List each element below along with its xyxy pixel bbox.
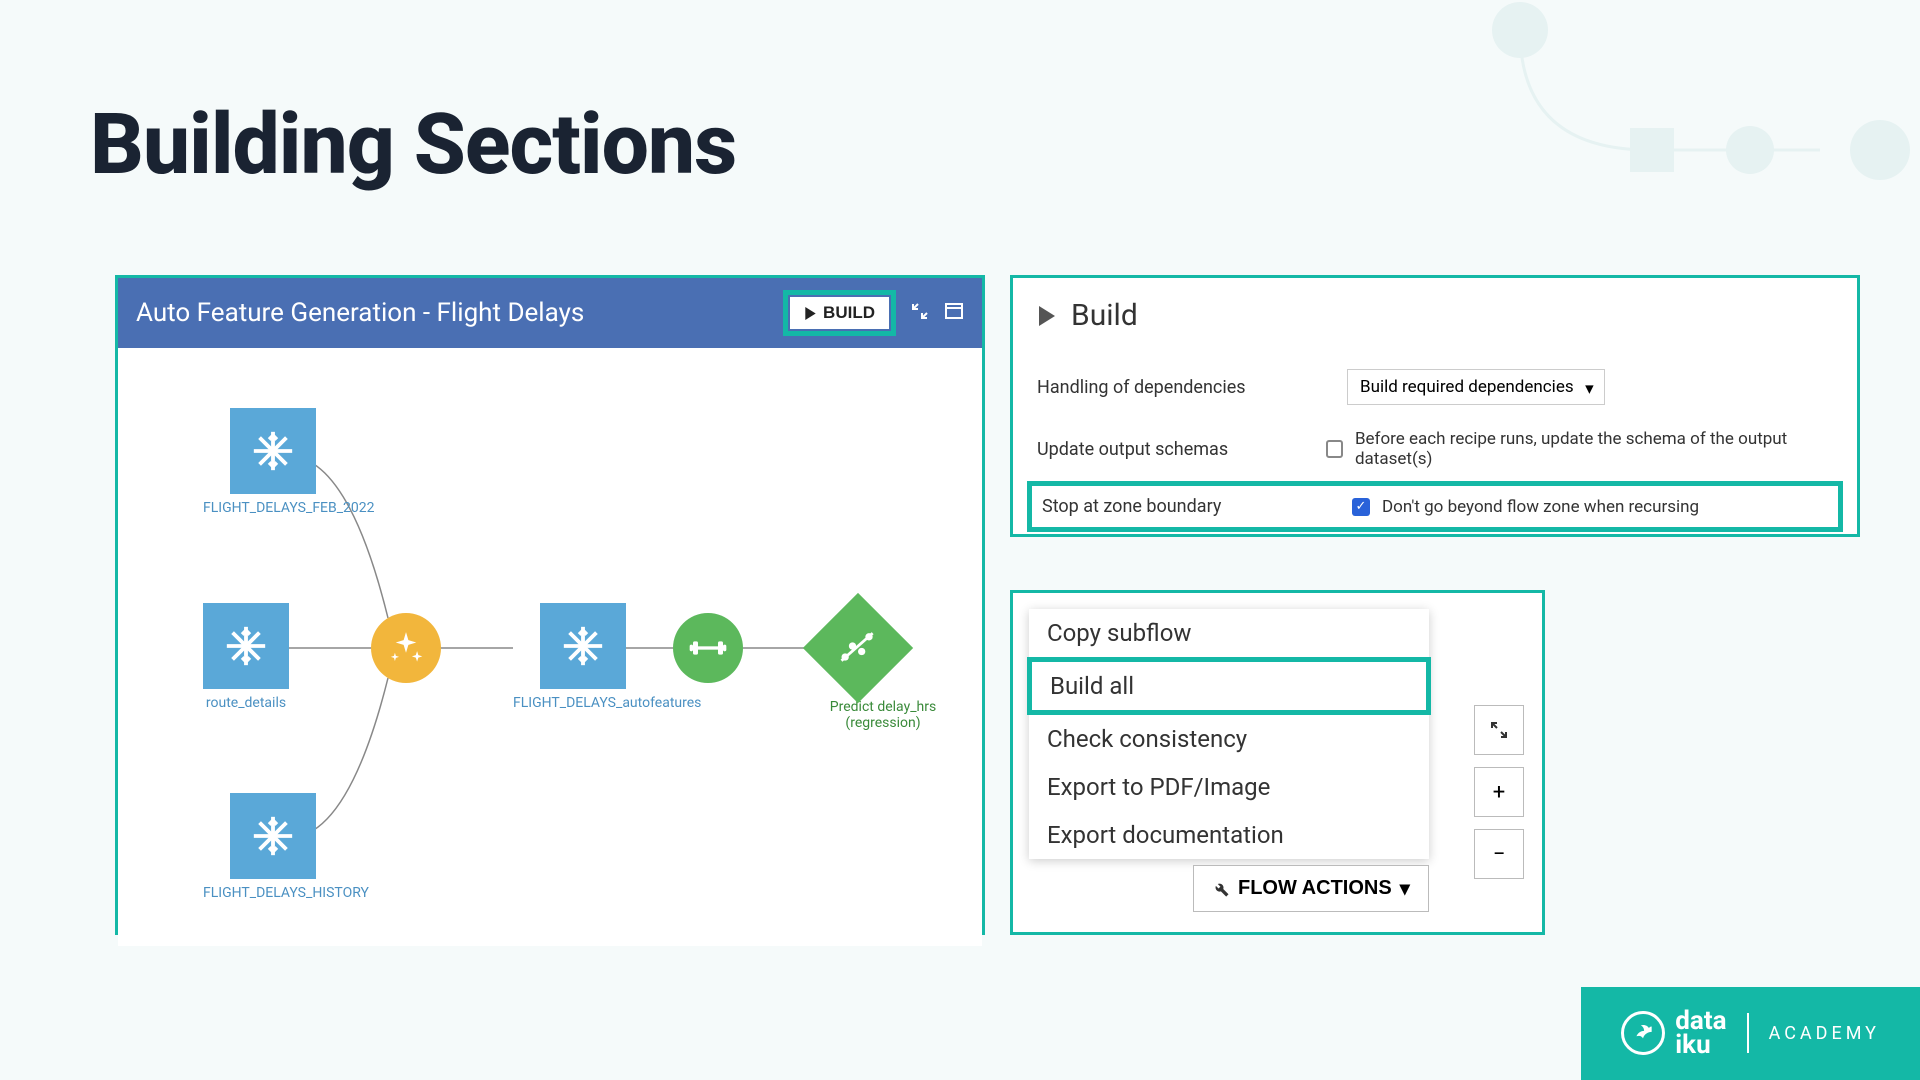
minus-icon: − <box>1493 842 1506 867</box>
play-icon <box>1037 306 1057 326</box>
select-value: Build required dependencies <box>1360 377 1574 397</box>
build-panel-header: Build <box>1037 298 1833 333</box>
menu-item-export-doc[interactable]: Export documentation <box>1029 811 1429 859</box>
build-button-highlight: BUILD <box>783 290 896 336</box>
recipe-node-ml[interactable] <box>673 613 743 683</box>
menu-item-copy-subflow[interactable]: Copy subflow <box>1029 609 1429 657</box>
build-panel-heading: Build <box>1071 298 1138 333</box>
menu-item-build-all[interactable]: Build all <box>1027 657 1431 715</box>
chevron-down-icon: ▾ <box>1400 876 1410 901</box>
page-title: Building Sections <box>90 95 736 194</box>
flow-actions-label: FLOW ACTIONS <box>1238 877 1392 900</box>
node-label: Predict delay_hrs (regression) <box>813 699 953 731</box>
stop-boundary-checkbox[interactable]: ✓ <box>1352 498 1370 516</box>
chevron-down-icon: ▾ <box>1585 379 1594 399</box>
option-label: Update output schemas <box>1037 439 1326 460</box>
snowflake-icon <box>540 603 626 689</box>
option-row-stop-boundary-highlight: Stop at zone boundary ✓ Don't go beyond … <box>1027 481 1843 532</box>
option-label: Stop at zone boundary <box>1042 496 1352 517</box>
model-node-predict[interactable]: Predict delay_hrs (regression) <box>813 603 953 731</box>
flow-canvas[interactable]: FLIGHT_DELAYS_FEB_2022 route_details FLI… <box>118 348 982 946</box>
update-schemas-checkbox[interactable] <box>1326 440 1343 458</box>
node-label: FLIGHT_DELAYS_HISTORY <box>203 885 343 901</box>
node-label: FLIGHT_DELAYS_autofeatures <box>513 695 653 711</box>
option-description: Don't go beyond flow zone when recursing <box>1382 497 1699 517</box>
flow-title: Auto Feature Generation - Flight Delays <box>136 298 783 328</box>
zoom-in-button[interactable]: + <box>1474 767 1524 817</box>
dataset-node-route-details[interactable]: route_details <box>203 603 289 711</box>
play-icon <box>804 307 817 320</box>
flow-panel: Auto Feature Generation - Flight Delays … <box>115 275 985 935</box>
option-row-dependencies: Handling of dependencies Build required … <box>1037 357 1833 417</box>
build-options-panel: Build Handling of dependencies Build req… <box>1010 275 1860 537</box>
zoom-controls: + − <box>1474 705 1524 879</box>
brand-name-line2: iku <box>1675 1033 1726 1058</box>
expand-icon <box>1489 720 1509 740</box>
sparkle-icon <box>371 613 441 683</box>
dependencies-select[interactable]: Build required dependencies ▾ <box>1347 369 1605 405</box>
dumbbell-icon <box>673 613 743 683</box>
node-label: route_details <box>203 695 289 711</box>
brand-footer: data iku ACADEMY <box>1581 987 1920 1080</box>
zoom-out-button[interactable]: − <box>1474 829 1524 879</box>
background-decoration <box>1320 0 1920 200</box>
bird-icon <box>1621 1011 1665 1055</box>
scatter-icon <box>803 593 913 703</box>
brand-academy-label: ACADEMY <box>1769 1023 1880 1044</box>
dataset-node-flight-delays-feb[interactable]: FLIGHT_DELAYS_FEB_2022 <box>203 408 343 516</box>
snowflake-icon <box>230 408 316 494</box>
flow-actions-panel: Copy subflow Build all Check consistency… <box>1010 590 1545 935</box>
snowflake-icon <box>230 793 316 879</box>
option-label: Handling of dependencies <box>1037 377 1347 398</box>
fullscreen-button[interactable] <box>1474 705 1524 755</box>
menu-item-export-pdf[interactable]: Export to PDF/Image <box>1029 763 1429 811</box>
flow-header: Auto Feature Generation - Flight Delays … <box>118 278 982 348</box>
build-button-label: BUILD <box>823 303 875 323</box>
menu-item-check-consistency[interactable]: Check consistency <box>1029 715 1429 763</box>
build-button[interactable]: BUILD <box>790 297 889 329</box>
collapse-icon[interactable] <box>910 298 930 328</box>
option-row-update-schemas: Update output schemas Before each recipe… <box>1037 417 1833 481</box>
context-menu: Copy subflow Build all Check consistency… <box>1029 609 1429 859</box>
snowflake-icon <box>203 603 289 689</box>
plus-icon: + <box>1493 780 1505 805</box>
node-label: FLIGHT_DELAYS_FEB_2022 <box>203 500 343 516</box>
brand-logo: data iku <box>1621 1009 1726 1058</box>
recipe-node-sparkle[interactable] <box>371 613 441 683</box>
window-icon[interactable] <box>944 298 964 328</box>
option-description: Before each recipe runs, update the sche… <box>1355 429 1833 469</box>
dataset-node-autofeatures[interactable]: FLIGHT_DELAYS_autofeatures <box>513 603 653 711</box>
dataset-node-flight-delays-history[interactable]: FLIGHT_DELAYS_HISTORY <box>203 793 343 901</box>
wrench-icon <box>1212 880 1230 898</box>
flow-actions-button[interactable]: FLOW ACTIONS ▾ <box>1193 865 1429 912</box>
brand-divider <box>1747 1013 1749 1053</box>
